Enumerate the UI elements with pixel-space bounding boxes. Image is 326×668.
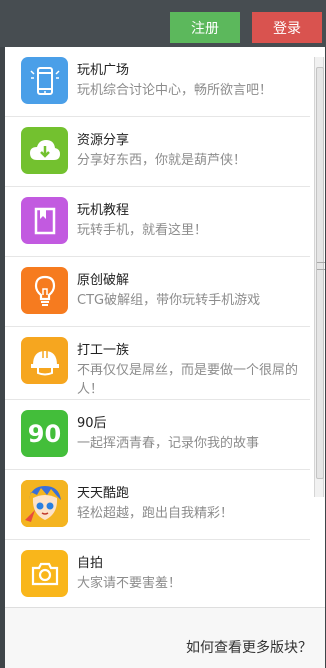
- board-title: 玩机教程: [77, 203, 130, 218]
- phone-icon: [21, 57, 68, 104]
- lightbulb-icon: [21, 267, 68, 314]
- board-desc: 轻松超越，跑出自我精彩！: [77, 506, 234, 521]
- board-title: 原创破解: [77, 273, 130, 288]
- top-bar: 注册 登录: [0, 0, 326, 47]
- board-title: 打工一族: [77, 343, 130, 358]
- board-desc: CTG破解组，带你玩转手机游戏: [77, 293, 261, 308]
- register-button[interactable]: 注册: [170, 12, 240, 43]
- board-item-selfie[interactable]: 自拍 大家请不要害羞！: [5, 540, 310, 610]
- login-button[interactable]: 登录: [252, 12, 322, 43]
- board-item-parkour[interactable]: 天天酷跑 轻松超越，跑出自我精彩！: [5, 470, 310, 540]
- helmet-icon: [21, 337, 68, 384]
- board-item-crack[interactable]: 原创破解 CTG破解组，带你玩转手机游戏: [5, 257, 310, 327]
- board-item-tutorial[interactable]: 玩机教程 玩转手机，就看这里！: [5, 187, 310, 257]
- scrollbar[interactable]: [314, 57, 325, 497]
- game-avatar-icon: [21, 480, 68, 527]
- board-panel: 玩机广场 玩机综合讨论中心，畅所欲言吧！ 资源分享 分享好东西，你就是葫芦侠！ …: [5, 47, 325, 668]
- book-icon: [21, 197, 68, 244]
- board-title: 自拍: [77, 556, 104, 571]
- board-desc: 分享好东西，你就是葫芦侠！: [77, 153, 247, 168]
- footer: 如何查看更多版块？: [5, 607, 325, 668]
- board-title: 资源分享: [77, 133, 130, 148]
- board-title: 90后: [77, 416, 107, 431]
- board-title: 天天酷跑: [77, 486, 130, 501]
- board-item-square[interactable]: 玩机广场 玩机综合讨论中心，畅所欲言吧！: [5, 47, 310, 117]
- grip-icon: [317, 262, 325, 270]
- board-item-worker[interactable]: 打工一族 不再仅仅是屌丝，而是要做一个很屌的人！: [5, 327, 310, 400]
- board-item-90s[interactable]: 90 90后 一起挥洒青春，记录你我的故事: [5, 400, 310, 470]
- scrollbar-thumb[interactable]: [316, 67, 325, 479]
- board-title: 玩机广场: [77, 63, 130, 78]
- board-desc: 玩机综合讨论中心，畅所欲言吧！: [77, 83, 273, 98]
- board-desc: 不再仅仅是屌丝，而是要做一个很屌的人！: [77, 363, 299, 397]
- board-item-resource[interactable]: 资源分享 分享好东西，你就是葫芦侠！: [5, 117, 310, 187]
- board-desc: 一起挥洒青春，记录你我的故事: [77, 436, 260, 451]
- cloud-download-icon: [21, 127, 68, 174]
- board-desc: 大家请不要害羞！: [77, 576, 182, 591]
- board-list: 玩机广场 玩机综合讨论中心，畅所欲言吧！ 资源分享 分享好东西，你就是葫芦侠！ …: [5, 47, 310, 610]
- number-90-icon: 90: [21, 410, 68, 457]
- more-boards-link[interactable]: 如何查看更多版块？: [186, 637, 312, 657]
- icon-badge-text: 90: [27, 419, 62, 448]
- board-desc: 玩转手机，就看这里！: [77, 223, 208, 238]
- camera-icon: [21, 550, 68, 597]
